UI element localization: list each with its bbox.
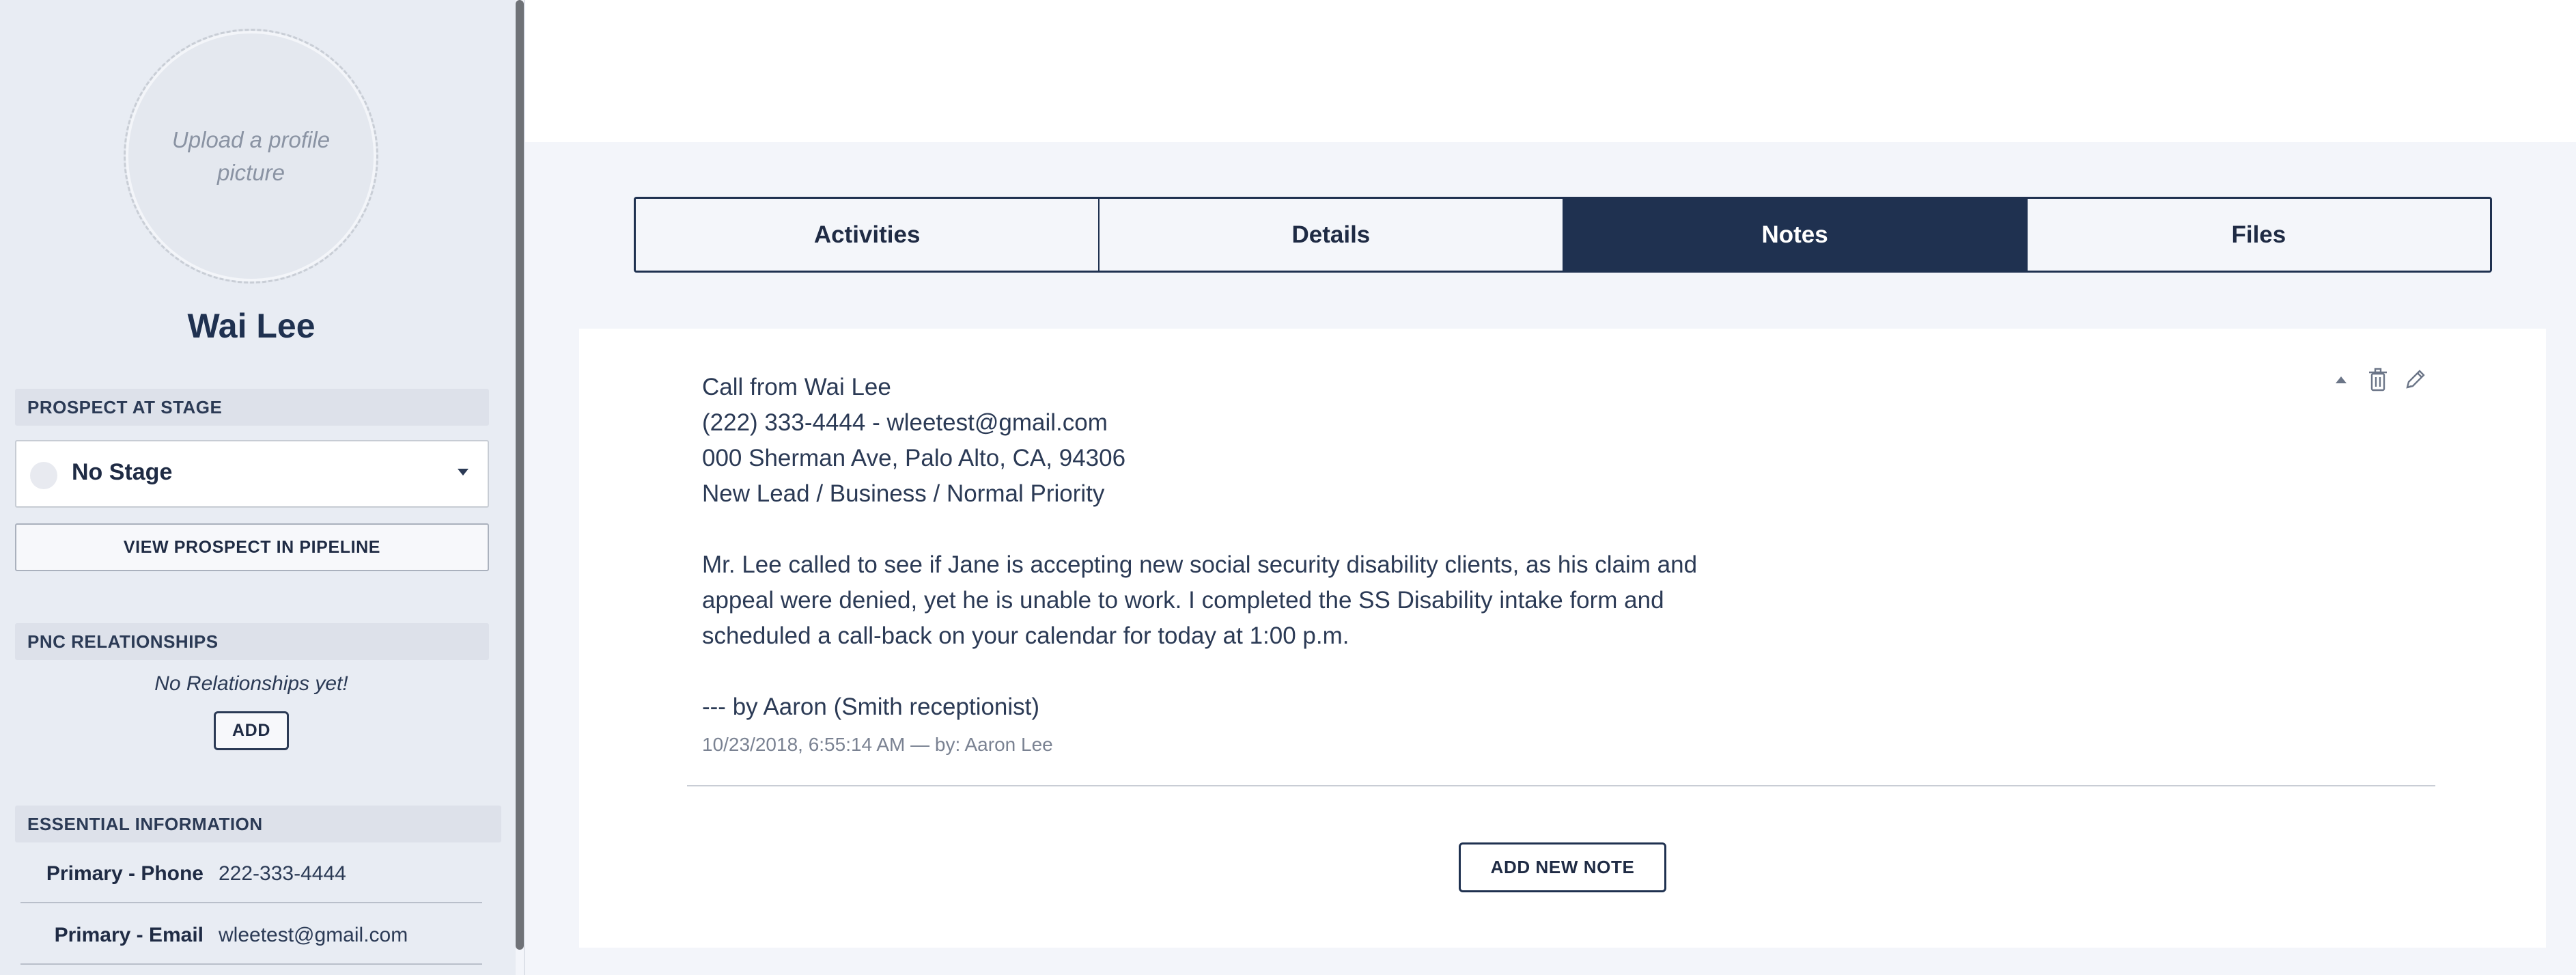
notes-panel: Call from Wai Lee (222) 333-4444 - wleet… [579, 329, 2546, 948]
note-content: Call from Wai Lee (222) 333-4444 - wleet… [702, 370, 1761, 725]
relationships-section-header: PNC RELATIONSHIPS [15, 623, 489, 660]
note-body-line: scheduled a call-back on your calendar f… [702, 622, 1349, 649]
upload-profile-text: Upload a profile picture [171, 126, 331, 185]
essential-info-section-header: ESSENTIAL INFORMATION [15, 806, 501, 842]
tab-files[interactable]: Files [2027, 199, 2490, 271]
sidebar: Upload a profile picture Wai Lee PROSPEC… [0, 0, 516, 975]
stage-select[interactable]: No Stage [15, 440, 489, 508]
pencil-icon[interactable] [2403, 366, 2427, 394]
info-row-email: Primary - Email wleetest@gmail.com [20, 903, 482, 965]
contact-name: Wai Lee [187, 307, 316, 345]
note-actions [2329, 366, 2427, 394]
note-spacer [702, 512, 1761, 547]
record-tabs: Activities Details Notes Files [634, 197, 2492, 273]
note-line: 000 Sherman Ave, Palo Alto, CA, 94306 [702, 445, 1126, 471]
note-body-line: Mr. Lee called to see if Jane is accepti… [702, 551, 1698, 578]
note-divider [687, 785, 2435, 786]
sidebar-divider [524, 0, 525, 975]
note-line: Call from Wai Lee [702, 374, 891, 400]
stage-selected-value: No Stage [72, 459, 173, 485]
header-area [525, 0, 2576, 142]
tab-notes[interactable]: Notes [1563, 199, 2028, 271]
info-value[interactable]: 222-333-4444 [219, 862, 346, 885]
tab-activities[interactable]: Activities [636, 199, 1100, 271]
note-signature: --- by Aaron (Smith receptionist) [702, 694, 1040, 720]
view-prospect-in-pipeline-button[interactable]: VIEW PROSPECT IN PIPELINE [15, 523, 489, 571]
caret-down-icon [458, 469, 468, 476]
note-line: (222) 333-4444 - wleetest@gmail.com [702, 409, 1108, 436]
info-label: Primary - Email [54, 924, 204, 946]
sidebar-scrollbar[interactable] [516, 0, 524, 950]
note-spacer [702, 654, 1761, 689]
info-label: Primary - Phone [46, 862, 204, 885]
add-relationship-button[interactable]: ADD [214, 711, 289, 750]
info-row-phone: Primary - Phone 222-333-4444 [20, 842, 482, 903]
no-relationships-text: No Relationships yet! [154, 672, 348, 695]
stage-color-dot [30, 462, 57, 489]
note-meta: 10/23/2018, 6:55:14 AM — by: Aaron Lee [702, 734, 1053, 755]
collapse-icon[interactable] [2329, 366, 2353, 394]
profile-picture-upload[interactable]: Upload a profile picture [124, 29, 378, 284]
note-body-line: appeal were denied, yet he is unable to … [702, 587, 1664, 614]
info-value[interactable]: wleetest@gmail.com [219, 924, 408, 947]
note-line: New Lead / Business / Normal Priority [702, 480, 1105, 507]
add-new-note-button[interactable]: ADD NEW NOTE [1459, 842, 1666, 892]
trash-icon[interactable] [2366, 366, 2390, 394]
stage-section-header: PROSPECT AT STAGE [15, 389, 489, 426]
tab-details[interactable]: Details [1100, 199, 1564, 271]
